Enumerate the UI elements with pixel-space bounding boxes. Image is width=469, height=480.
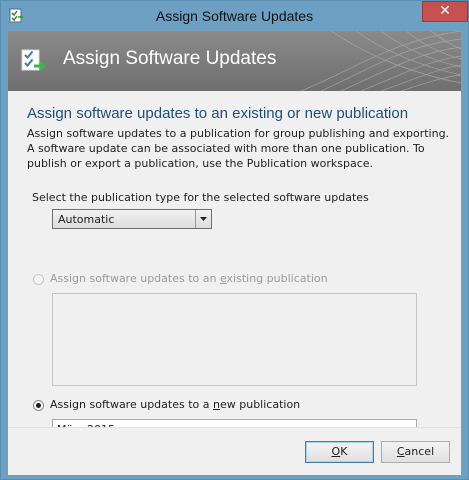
dialog-client: Assign Software Updates Assign software … — [8, 31, 461, 475]
banner-title: Assign Software Updates — [63, 48, 277, 69]
banner-wave-decoration — [300, 31, 461, 91]
cancel-button[interactable]: Cancel — [381, 441, 450, 463]
dialog-body: Assign software updates to an existing o… — [8, 91, 461, 474]
header-banner: Assign Software Updates — [8, 31, 461, 91]
chevron-down-icon — [200, 217, 207, 221]
title-bar[interactable]: Assign Software Updates ✕ — [1, 1, 468, 31]
assign-updates-icon — [20, 47, 48, 75]
existing-publication-radio[interactable] — [33, 274, 44, 285]
new-publication-label: Assign software updates to a new publica… — [50, 398, 301, 411]
close-icon: ✕ — [439, 3, 451, 19]
dropdown-arrow[interactable] — [195, 210, 211, 228]
publication-type-value: Automatic — [58, 213, 115, 226]
window-title: Assign Software Updates — [155, 8, 314, 24]
section-heading: Assign software updates to an existing o… — [27, 105, 409, 122]
new-publication-radio[interactable] — [33, 400, 44, 411]
existing-publications-list[interactable] — [52, 293, 417, 386]
close-button[interactable]: ✕ — [422, 1, 468, 22]
publication-type-dropdown[interactable]: Automatic — [52, 209, 212, 229]
section-description: Assign software updates to a publication… — [27, 127, 450, 170]
existing-publication-label: Assign software updates to an existing p… — [50, 272, 328, 285]
dialog-window: Assign Software Updates ✕ Assign Softwar… — [0, 0, 469, 480]
ok-button[interactable]: OK — [305, 441, 374, 463]
button-bar: OK Cancel — [8, 427, 461, 475]
publication-type-label: Select the publication type for the sele… — [32, 191, 369, 204]
